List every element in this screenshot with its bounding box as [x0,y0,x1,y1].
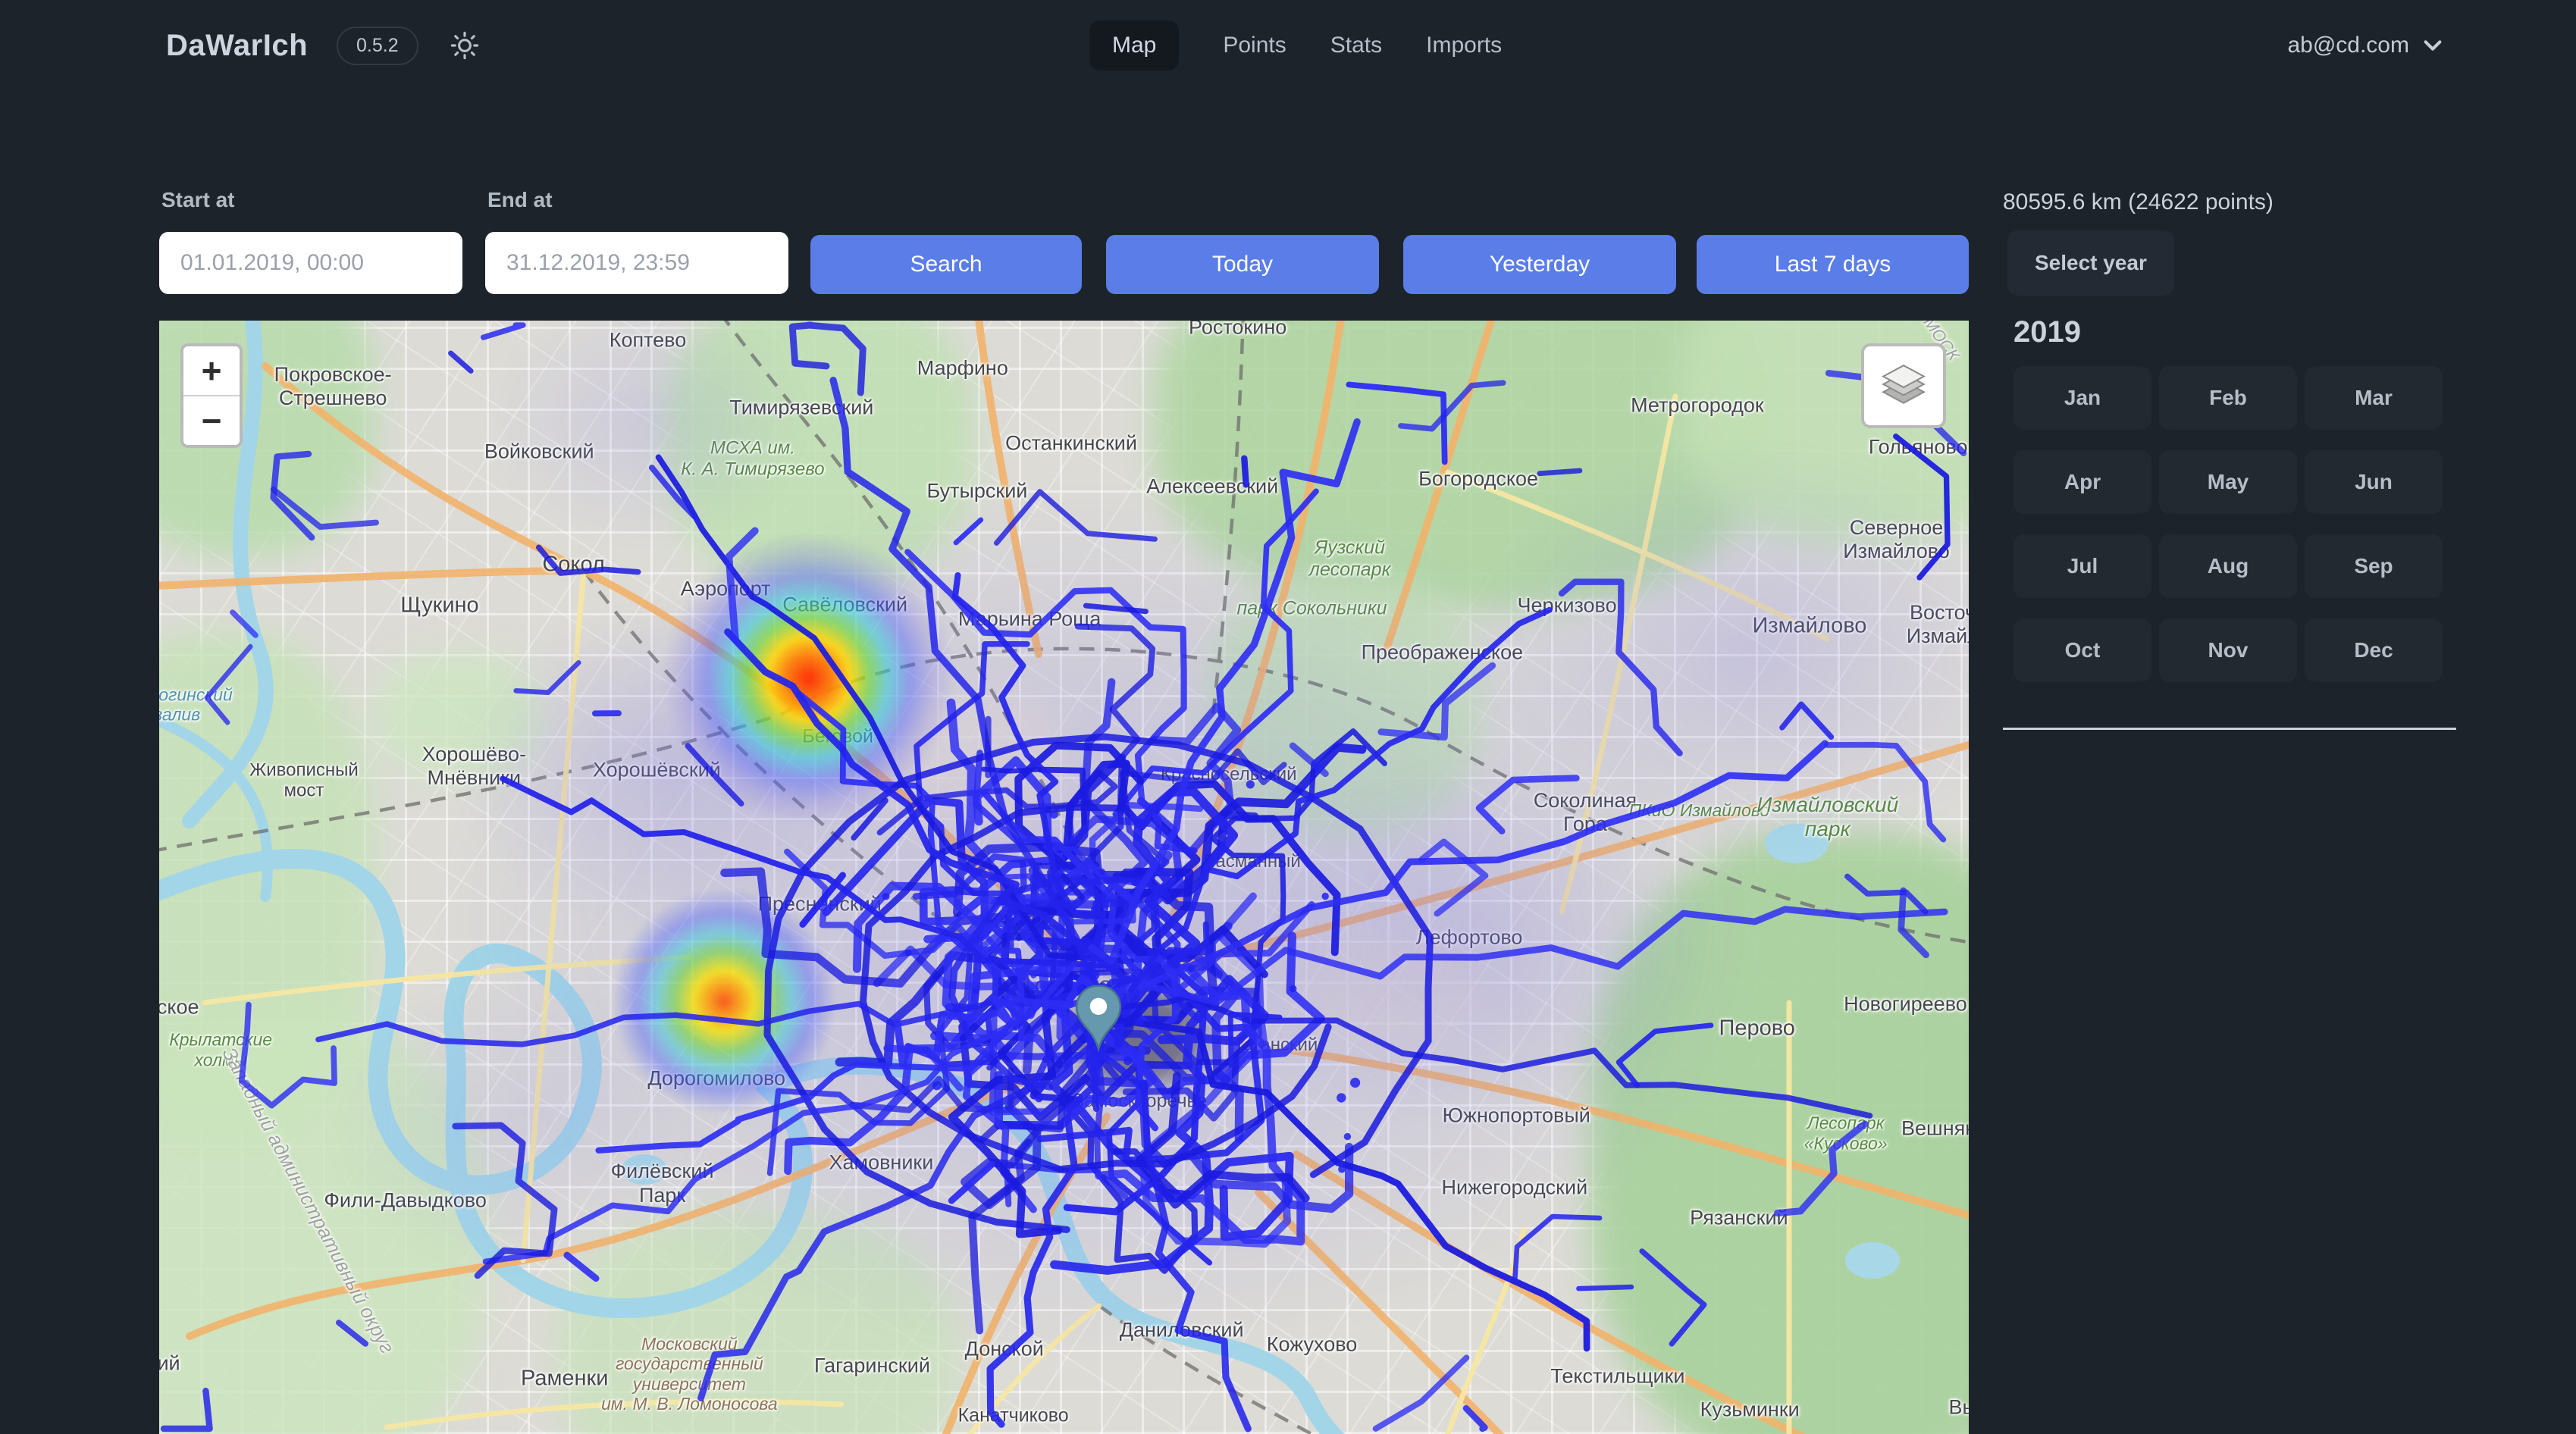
navbar: DaWarIch 0.5.2 Map Points Stats Imports ab@… [0,0,2576,91]
start-at-input[interactable] [159,232,462,294]
tab-map[interactable]: Map [1089,20,1179,70]
month-dec-button[interactable]: Dec [2305,618,2443,682]
year-heading: 2019 [2013,315,2473,349]
map-pin-icon[interactable] [1074,984,1123,1056]
app-logo: DaWarIch [166,29,308,63]
tab-points[interactable]: Points [1223,20,1286,70]
months-grid: JanFebMar AprMayJun JulAugSep OctNovDec [2013,366,2473,682]
start-at-label: Start at [161,188,234,212]
sidebar: 80595.6 km (24622 points) Select year 20… [2003,189,2473,730]
version-badge: 0.5.2 [337,27,418,65]
map-canvas[interactable]: Покровское- СтрешневоКоптевоМарфиноТимир… [159,321,1969,1434]
theme-toggle[interactable] [447,28,482,63]
select-year-button[interactable]: Select year [2007,230,2174,296]
month-feb-button[interactable]: Feb [2159,366,2297,430]
today-button[interactable]: Today [1106,235,1379,294]
month-may-button[interactable]: May [2159,450,2297,514]
brand: DaWarIch 0.5.2 [166,0,482,91]
zoom-in-button[interactable]: + [183,346,240,395]
sun-icon [449,30,481,61]
month-apr-button[interactable]: Apr [2013,450,2151,514]
distance-stats: 80595.6 km (24622 points) [2003,189,2473,215]
yesterday-button[interactable]: Yesterday [1403,235,1676,294]
end-at-input[interactable] [485,232,788,294]
chevron-down-icon [2421,34,2444,57]
last-7-days-button[interactable]: Last 7 days [1697,235,1969,294]
zoom-out-button[interactable]: − [183,395,240,445]
search-button[interactable]: Search [810,235,1082,294]
month-nov-button[interactable]: Nov [2159,618,2297,682]
tab-imports[interactable]: Imports [1426,20,1502,70]
month-sep-button[interactable]: Sep [2305,534,2443,598]
layers-control[interactable] [1861,343,1946,428]
nav-tabs: Map Points Stats Imports [1089,0,1502,91]
gps-traces-overlay [159,321,1969,1434]
month-jul-button[interactable]: Jul [2013,534,2151,598]
user-email: ab@cd.com [2287,33,2409,58]
user-menu[interactable]: ab@cd.com [2287,0,2444,91]
month-oct-button[interactable]: Oct [2013,618,2151,682]
end-at-label: End at [487,188,553,212]
sidebar-divider [2003,728,2456,730]
zoom-control: + − [180,343,243,448]
layers-icon [1879,361,1929,411]
month-jan-button[interactable]: Jan [2013,366,2151,430]
tab-stats[interactable]: Stats [1330,20,1382,70]
month-aug-button[interactable]: Aug [2159,534,2297,598]
month-mar-button[interactable]: Mar [2305,366,2443,430]
month-jun-button[interactable]: Jun [2305,450,2443,514]
